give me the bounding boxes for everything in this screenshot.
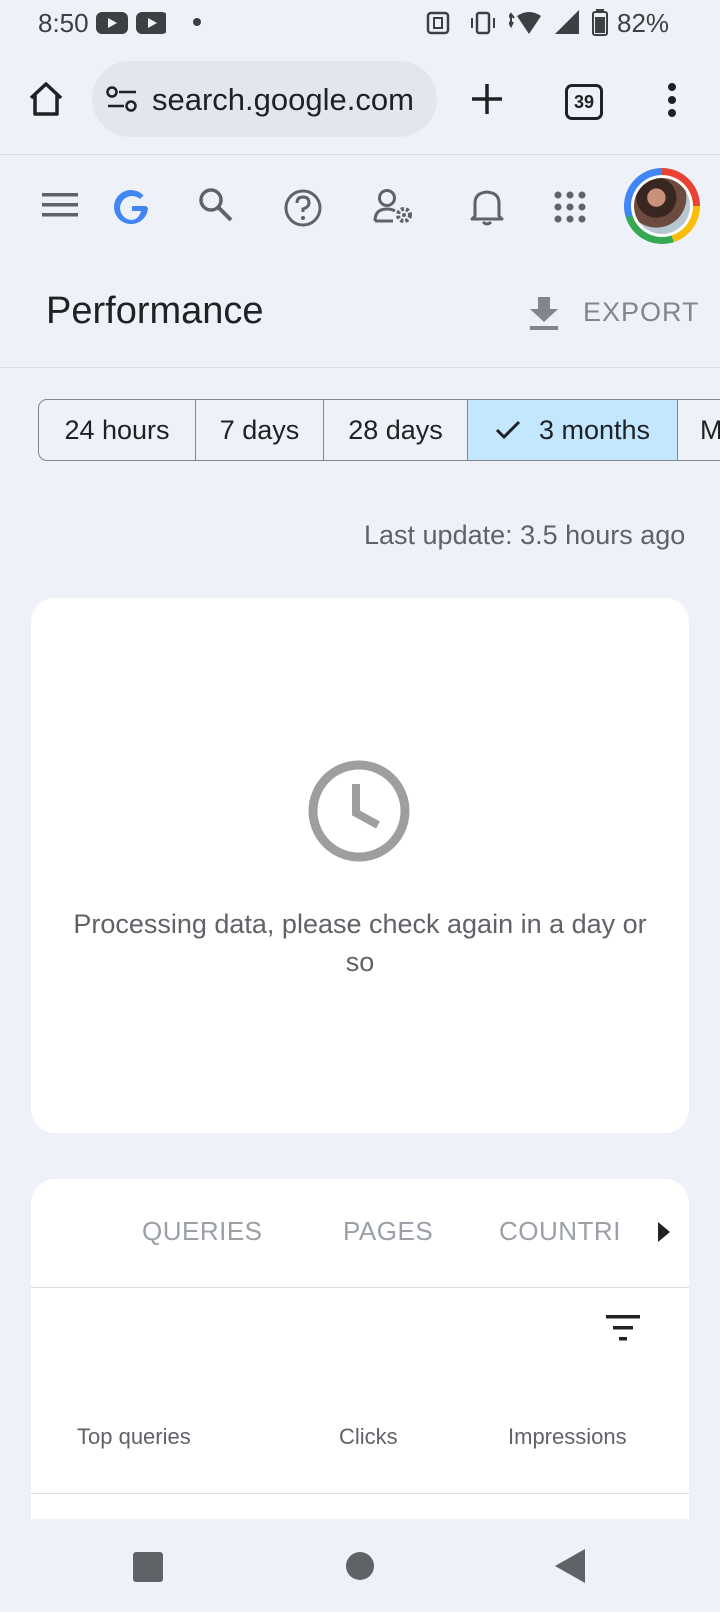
- wifi-icon: [509, 12, 541, 34]
- signal-icon: [555, 10, 579, 34]
- page-title: Performance: [46, 290, 264, 332]
- tab-pages[interactable]: PAGES: [343, 1216, 433, 1247]
- status-time: 8:50: [38, 8, 89, 38]
- clock-icon: [308, 760, 410, 862]
- home-nav-icon[interactable]: [346, 1552, 374, 1580]
- apps-grid-icon[interactable]: [554, 191, 586, 223]
- tab-switcher-button[interactable]: 39: [565, 84, 603, 120]
- back-icon[interactable]: [555, 1549, 585, 1583]
- download-icon[interactable]: [528, 295, 560, 331]
- column-header-clicks[interactable]: Clicks: [339, 1424, 398, 1450]
- tab-countries[interactable]: COUNTRII: [499, 1216, 619, 1247]
- column-header-top-queries[interactable]: Top queries: [77, 1424, 191, 1450]
- tab-queries[interactable]: QUERIES: [142, 1216, 263, 1247]
- last-update-text: Last update: 3.5 hours ago: [364, 520, 686, 550]
- filter-icon[interactable]: [606, 1315, 640, 1341]
- site-settings-icon[interactable]: [106, 86, 138, 112]
- range-chip-28-days[interactable]: 28 days: [324, 400, 468, 460]
- title-divider: [0, 367, 720, 368]
- new-tab-icon[interactable]: [470, 82, 504, 116]
- app-header: [0, 155, 720, 265]
- recents-icon[interactable]: [133, 1552, 163, 1582]
- column-header-impressions[interactable]: Impressions: [508, 1424, 627, 1450]
- table-header-divider: [31, 1493, 689, 1494]
- google-logo-icon[interactable]: [113, 189, 151, 227]
- tabs-scroll-right-icon[interactable]: [658, 1222, 670, 1242]
- help-icon[interactable]: [283, 188, 323, 228]
- tabs-divider: [31, 1287, 689, 1288]
- range-chip-7-days[interactable]: 7 days: [196, 400, 324, 460]
- avatar-photo[interactable]: [634, 178, 690, 234]
- search-icon[interactable]: [198, 187, 234, 223]
- notification-dot-icon: [193, 18, 201, 26]
- chart-card: [31, 598, 689, 1133]
- date-range-selector: 24 hours 7 days 28 days 3 months M: [38, 399, 720, 461]
- notifications-bell-icon[interactable]: [469, 186, 505, 226]
- range-chip-24-hours[interactable]: 24 hours: [39, 400, 196, 460]
- processing-message: Processing data, please check again in a…: [73, 909, 647, 977]
- hamburger-menu-icon[interactable]: [42, 192, 78, 218]
- vibrate-icon: [471, 11, 495, 35]
- nfc-icon: [426, 11, 450, 35]
- export-button[interactable]: EXPORT: [583, 297, 700, 328]
- home-icon[interactable]: [27, 80, 65, 118]
- more-menu-icon[interactable]: [666, 82, 678, 118]
- range-chip-3-months[interactable]: 3 months: [468, 400, 678, 460]
- range-chip-more[interactable]: M: [678, 400, 720, 460]
- youtube-notification-icons: [96, 12, 166, 34]
- user-settings-icon[interactable]: [373, 188, 415, 226]
- battery-percent: 82%: [617, 8, 670, 38]
- url-text[interactable]: search.google.com: [152, 82, 422, 118]
- battery-icon: [592, 9, 608, 36]
- check-icon: [495, 420, 521, 440]
